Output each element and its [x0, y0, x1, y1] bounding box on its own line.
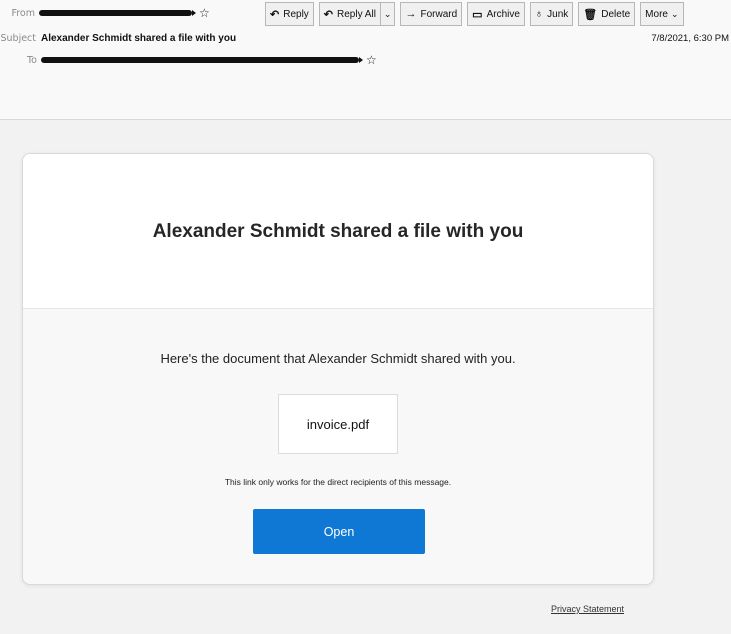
delete-button[interactable]: 🗑 Delete [578, 2, 636, 26]
message-header: From ☆ ↶ Reply ↶ Reply All ⌄ → Forward ▭… [0, 0, 731, 120]
message-date: 7/8/2021, 6:30 PM [651, 33, 729, 44]
archive-button[interactable]: ▭ Archive [467, 2, 525, 26]
reply-button[interactable]: ↶ Reply [265, 2, 314, 26]
message-toolbar: ↶ Reply ↶ Reply All ⌄ → Forward ▭ Archiv… [265, 2, 684, 26]
to-address-redacted[interactable] [41, 57, 363, 63]
subject-text: Alexander Schmidt shared a file with you [41, 33, 237, 44]
file-attachment-link[interactable]: invoice.pdf [278, 394, 398, 454]
privacy-statement-link[interactable]: Privacy Statement [551, 604, 624, 614]
reply-all-split-button: ↶ Reply All ⌄ [318, 2, 396, 26]
star-icon[interactable]: ☆ [366, 54, 377, 66]
card-body: Here's the document that Alexander Schmi… [23, 309, 653, 584]
to-row: To ☆ [0, 54, 377, 66]
archive-icon: ▭ [472, 8, 483, 21]
subject-label: Subject [0, 33, 36, 44]
subject-row: Subject Alexander Schmidt shared a file … [0, 33, 236, 44]
reply-all-label: Reply All [337, 8, 376, 20]
share-message: Here's the document that Alexander Schmi… [160, 351, 516, 366]
chevron-down-icon: ⌄ [670, 8, 679, 19]
from-row: From ☆ [0, 7, 210, 19]
forward-label: Forward [420, 8, 458, 20]
file-name: invoice.pdf [306, 416, 370, 432]
junk-button[interactable]: ♁ Junk [529, 2, 574, 26]
from-label: From [11, 7, 35, 19]
junk-label: Junk [547, 8, 569, 20]
open-button[interactable]: Open [253, 509, 425, 554]
from-address-redacted[interactable] [39, 10, 196, 16]
forward-icon: → [405, 8, 417, 20]
reply-all-dropdown[interactable]: ⌄ [379, 3, 395, 25]
reply-label: Reply [283, 8, 309, 20]
trash-icon: 🗑 [583, 8, 598, 21]
more-button[interactable]: More ⌄ [640, 2, 684, 26]
link-note: This link only works for the direct reci… [224, 477, 452, 487]
reply-all-button[interactable]: ↶ Reply All [319, 3, 380, 25]
archive-label: Archive [486, 8, 520, 20]
delete-label: Delete [601, 8, 631, 20]
share-card: Alexander Schmidt shared a file with you… [22, 153, 654, 585]
star-icon[interactable]: ☆ [199, 7, 210, 19]
junk-icon: ♁ [534, 8, 544, 20]
to-label: To [26, 54, 37, 66]
reply-all-icon: ↶ [323, 8, 334, 21]
card-header: Alexander Schmidt shared a file with you [23, 154, 653, 309]
more-label: More [645, 8, 668, 20]
forward-button[interactable]: → Forward [400, 2, 463, 26]
chevron-down-icon: ⌄ [383, 8, 392, 19]
reply-icon: ↶ [270, 8, 280, 21]
card-title: Alexander Schmidt shared a file with you [152, 221, 524, 242]
